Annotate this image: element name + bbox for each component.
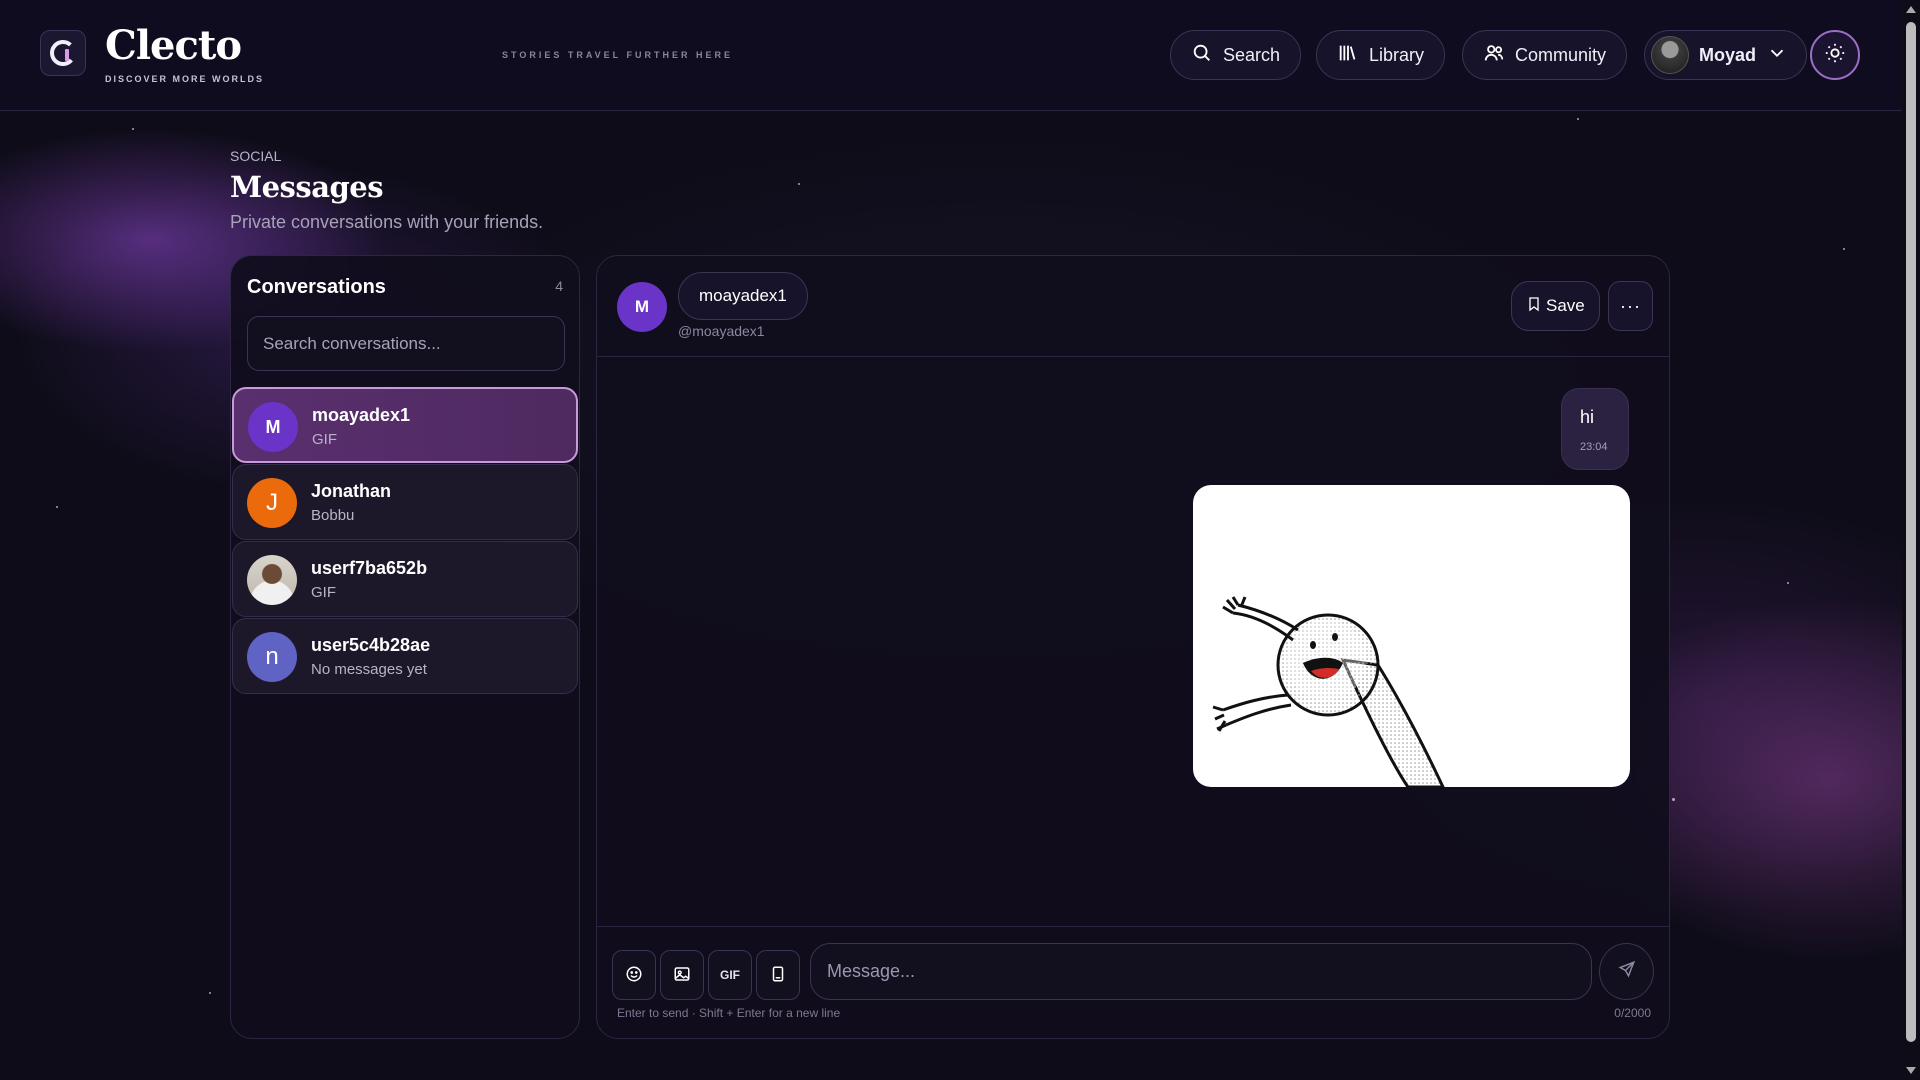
conversation-preview: No messages yet xyxy=(311,661,427,678)
avatar xyxy=(247,555,297,605)
conversation-search-input[interactable] xyxy=(247,316,565,371)
message-bubble: hi 23:04 xyxy=(1561,388,1629,470)
user-menu-button[interactable]: Moyad xyxy=(1644,30,1808,80)
search-button-label: Search xyxy=(1223,44,1281,65)
gif-button[interactable]: GIF xyxy=(708,950,752,1000)
message-input[interactable] xyxy=(810,943,1592,1000)
search-icon xyxy=(1191,42,1213,69)
scroll-down-icon[interactable] xyxy=(1906,1067,1916,1074)
image-icon xyxy=(673,965,691,986)
chat-panel: M moayadex1 @moayadex1 Save ··· hi 23:04 xyxy=(596,255,1670,1039)
scroll-up-icon[interactable] xyxy=(1906,6,1916,13)
avatar xyxy=(1651,36,1689,74)
composer-divider xyxy=(597,926,1669,927)
chat-header: M moayadex1 @moayadex1 Save ··· xyxy=(597,256,1669,357)
conversation-preview: Bobbu xyxy=(311,507,355,524)
smile-icon xyxy=(625,965,643,986)
conversation-item-userf7ba652b[interactable]: userf7ba652b GIF xyxy=(232,541,578,617)
brand-name[interactable]: Clecto xyxy=(105,22,242,69)
sticker-button[interactable] xyxy=(756,950,800,1000)
conversation-item-jonathan[interactable]: J Jonathan Bobbu xyxy=(232,464,578,540)
page-subtitle: Private conversations with your friends. xyxy=(230,212,544,232)
gif-image xyxy=(1212,596,1445,787)
tablet-icon xyxy=(769,965,787,986)
scroll-thumb[interactable] xyxy=(1906,22,1916,1042)
conversation-name: user5c4b28ae xyxy=(311,635,431,655)
theme-toggle-button[interactable] xyxy=(1810,30,1860,80)
top-navigation-bar: Clecto DISCOVER MORE WORLDS STORIES TRAV… xyxy=(0,0,1902,111)
message-text: hi xyxy=(1580,407,1595,427)
conversation-preview: GIF xyxy=(312,431,337,448)
chevron-down-icon xyxy=(1766,42,1788,69)
character-count: 0/2000 xyxy=(1614,1006,1651,1020)
bookmark-icon xyxy=(1526,295,1542,318)
chat-contact-name[interactable]: moayadex1 xyxy=(678,272,808,320)
conversation-item-moayadex1[interactable]: M moayadex1 GIF xyxy=(232,387,578,463)
sun-icon xyxy=(1824,42,1846,69)
library-button-label: Library xyxy=(1369,44,1425,65)
message-timestamp: 23:04 xyxy=(1580,441,1608,453)
composer-hint: Enter to send · Shift + Enter for a new … xyxy=(617,1006,841,1020)
page-scrollbar[interactable] xyxy=(1902,0,1920,1080)
send-icon xyxy=(1618,960,1636,983)
conversation-item-user5c4b28ae[interactable]: n user5c4b28ae No messages yet xyxy=(232,618,578,694)
image-upload-button[interactable] xyxy=(660,950,704,1000)
avatar: n xyxy=(247,632,297,682)
send-button[interactable] xyxy=(1599,943,1654,1000)
conversation-name: Jonathan xyxy=(311,481,392,501)
header-tagline: STORIES TRAVEL FURTHER HERE xyxy=(502,50,734,60)
conversation-name: userf7ba652b xyxy=(311,558,428,578)
brand-tagline: DISCOVER MORE WORLDS xyxy=(105,74,265,84)
community-button-label: Community xyxy=(1515,44,1607,65)
conversations-panel: Conversations 4 M moayadex1 GIF J Jonath… xyxy=(230,255,580,1039)
conversation-preview: GIF xyxy=(311,584,336,601)
gif-message[interactable] xyxy=(1193,485,1630,787)
page-title: Messages xyxy=(230,170,384,204)
avatar: M xyxy=(248,402,298,452)
conversation-name: moayadex1 xyxy=(312,405,411,425)
avatar[interactable]: M xyxy=(617,282,667,332)
conversations-count: 4 xyxy=(555,278,563,294)
library-button[interactable]: Library xyxy=(1316,30,1446,80)
avatar: J xyxy=(247,478,297,528)
conversations-title: Conversations xyxy=(247,276,386,298)
save-button[interactable]: Save xyxy=(1511,281,1600,331)
search-button[interactable]: Search xyxy=(1170,30,1302,80)
more-options-button[interactable]: ··· xyxy=(1608,281,1653,331)
community-button[interactable]: Community xyxy=(1462,30,1628,80)
section-eyebrow: SOCIAL xyxy=(230,148,282,164)
emoji-button[interactable] xyxy=(612,950,656,1000)
user-name: Moyad xyxy=(1699,44,1757,65)
chat-contact-handle: @moayadex1 xyxy=(678,323,765,339)
users-icon xyxy=(1483,42,1505,69)
library-icon xyxy=(1337,42,1359,69)
save-button-label: Save xyxy=(1546,296,1585,315)
logo-icon[interactable] xyxy=(40,30,86,76)
